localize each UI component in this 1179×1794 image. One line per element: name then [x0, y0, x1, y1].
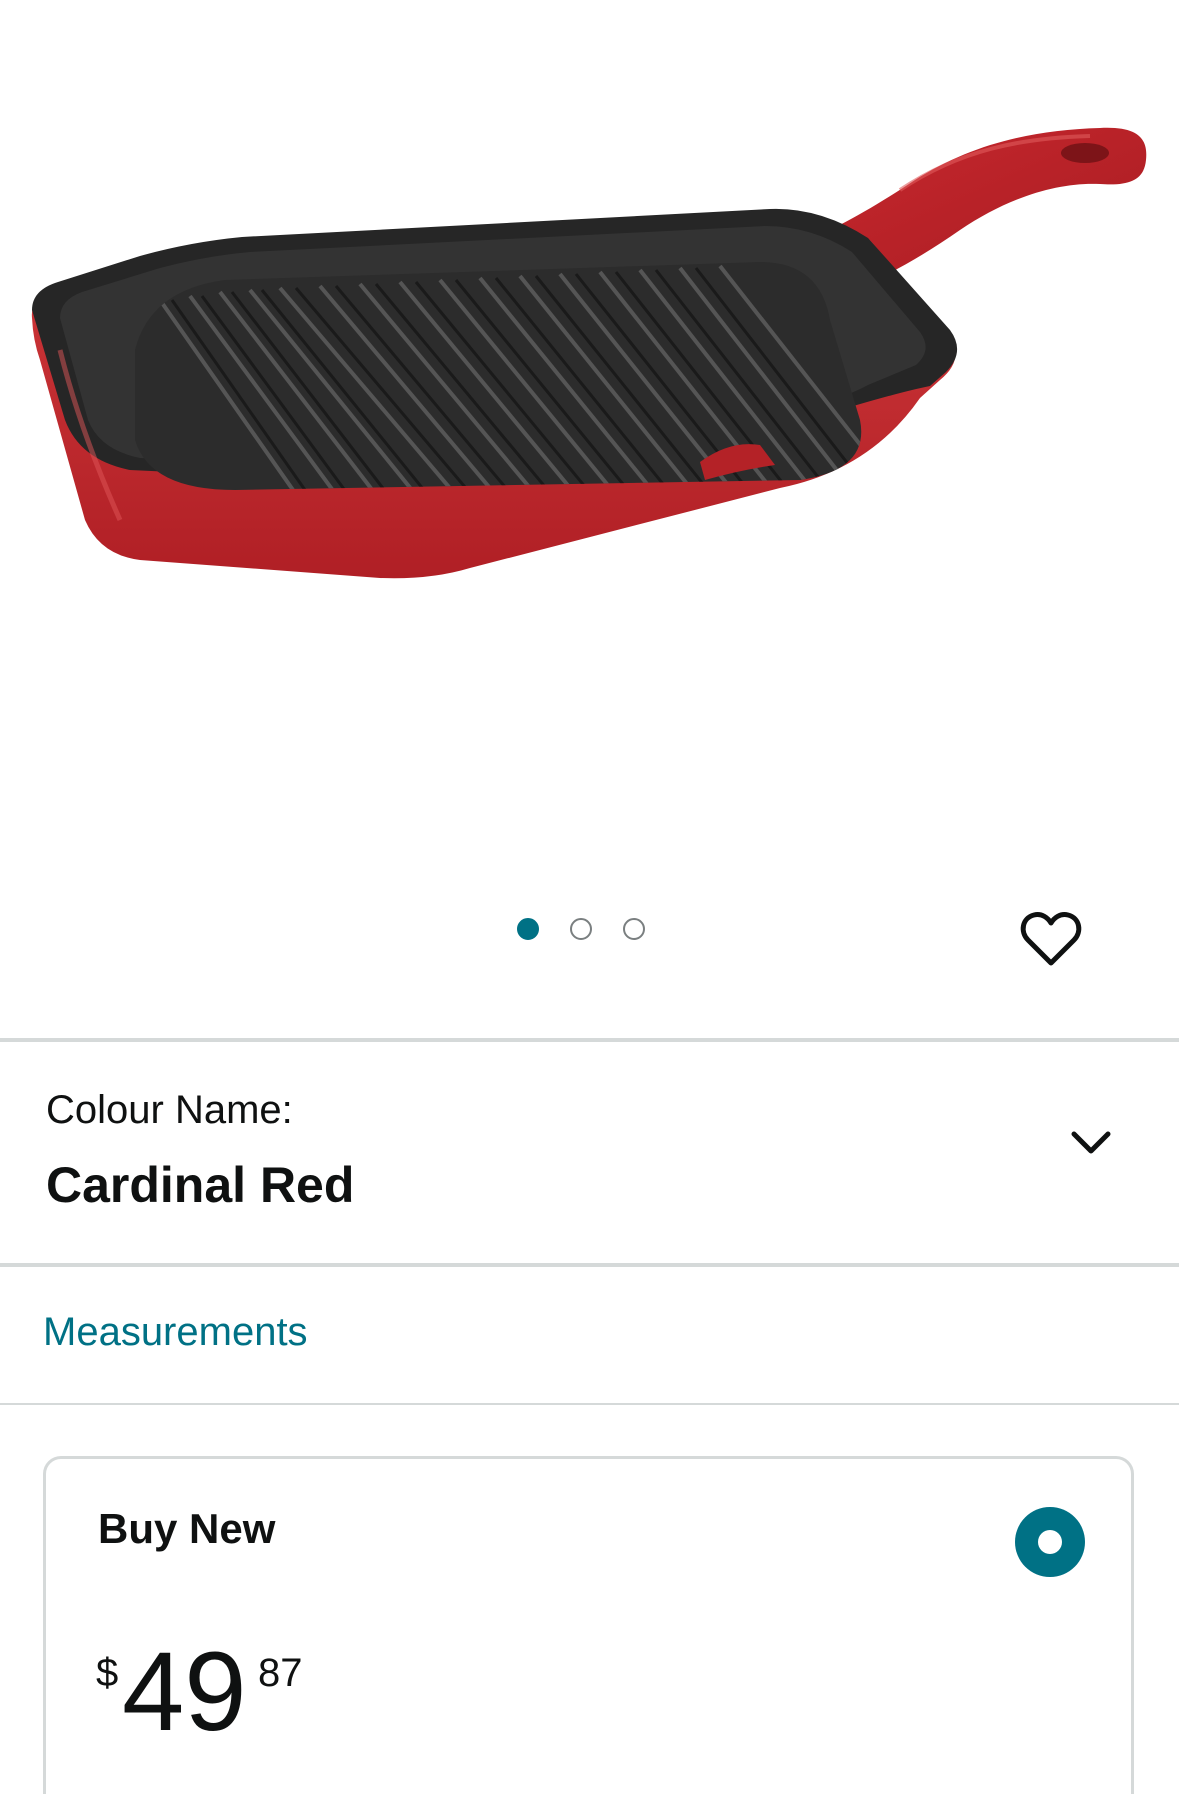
price-fraction: 87	[258, 1651, 303, 1695]
buy-new-radio[interactable]	[1015, 1507, 1085, 1577]
colour-label: Colour Name:	[46, 1088, 293, 1132]
divider	[0, 1263, 1179, 1267]
colour-selector[interactable]: Colour Name: Cardinal Red	[0, 1048, 1179, 1262]
product-page: Colour Name: Cardinal Red Measurements B…	[0, 0, 1179, 1794]
carousel-dot[interactable]	[570, 918, 592, 940]
buy-new-card[interactable]: Buy New $ 49 87	[43, 1456, 1134, 1794]
heart-icon	[1020, 912, 1082, 966]
chevron-down-icon	[1071, 1131, 1111, 1154]
colour-value: Cardinal Red	[46, 1157, 355, 1213]
carousel-dot[interactable]	[623, 918, 645, 940]
carousel-dot-active[interactable]	[517, 918, 539, 940]
carousel-indicator	[517, 918, 645, 940]
product-image[interactable]	[0, 0, 1179, 900]
add-to-wishlist-button[interactable]	[1018, 906, 1084, 972]
measurements-link[interactable]: Measurements	[43, 1310, 308, 1355]
buy-new-title: Buy New	[98, 1505, 276, 1552]
divider	[0, 1403, 1179, 1405]
price-whole: 49	[122, 1629, 247, 1754]
product-image-area[interactable]	[0, 0, 1179, 1020]
price-symbol: $	[96, 1651, 119, 1695]
divider	[0, 1038, 1179, 1042]
